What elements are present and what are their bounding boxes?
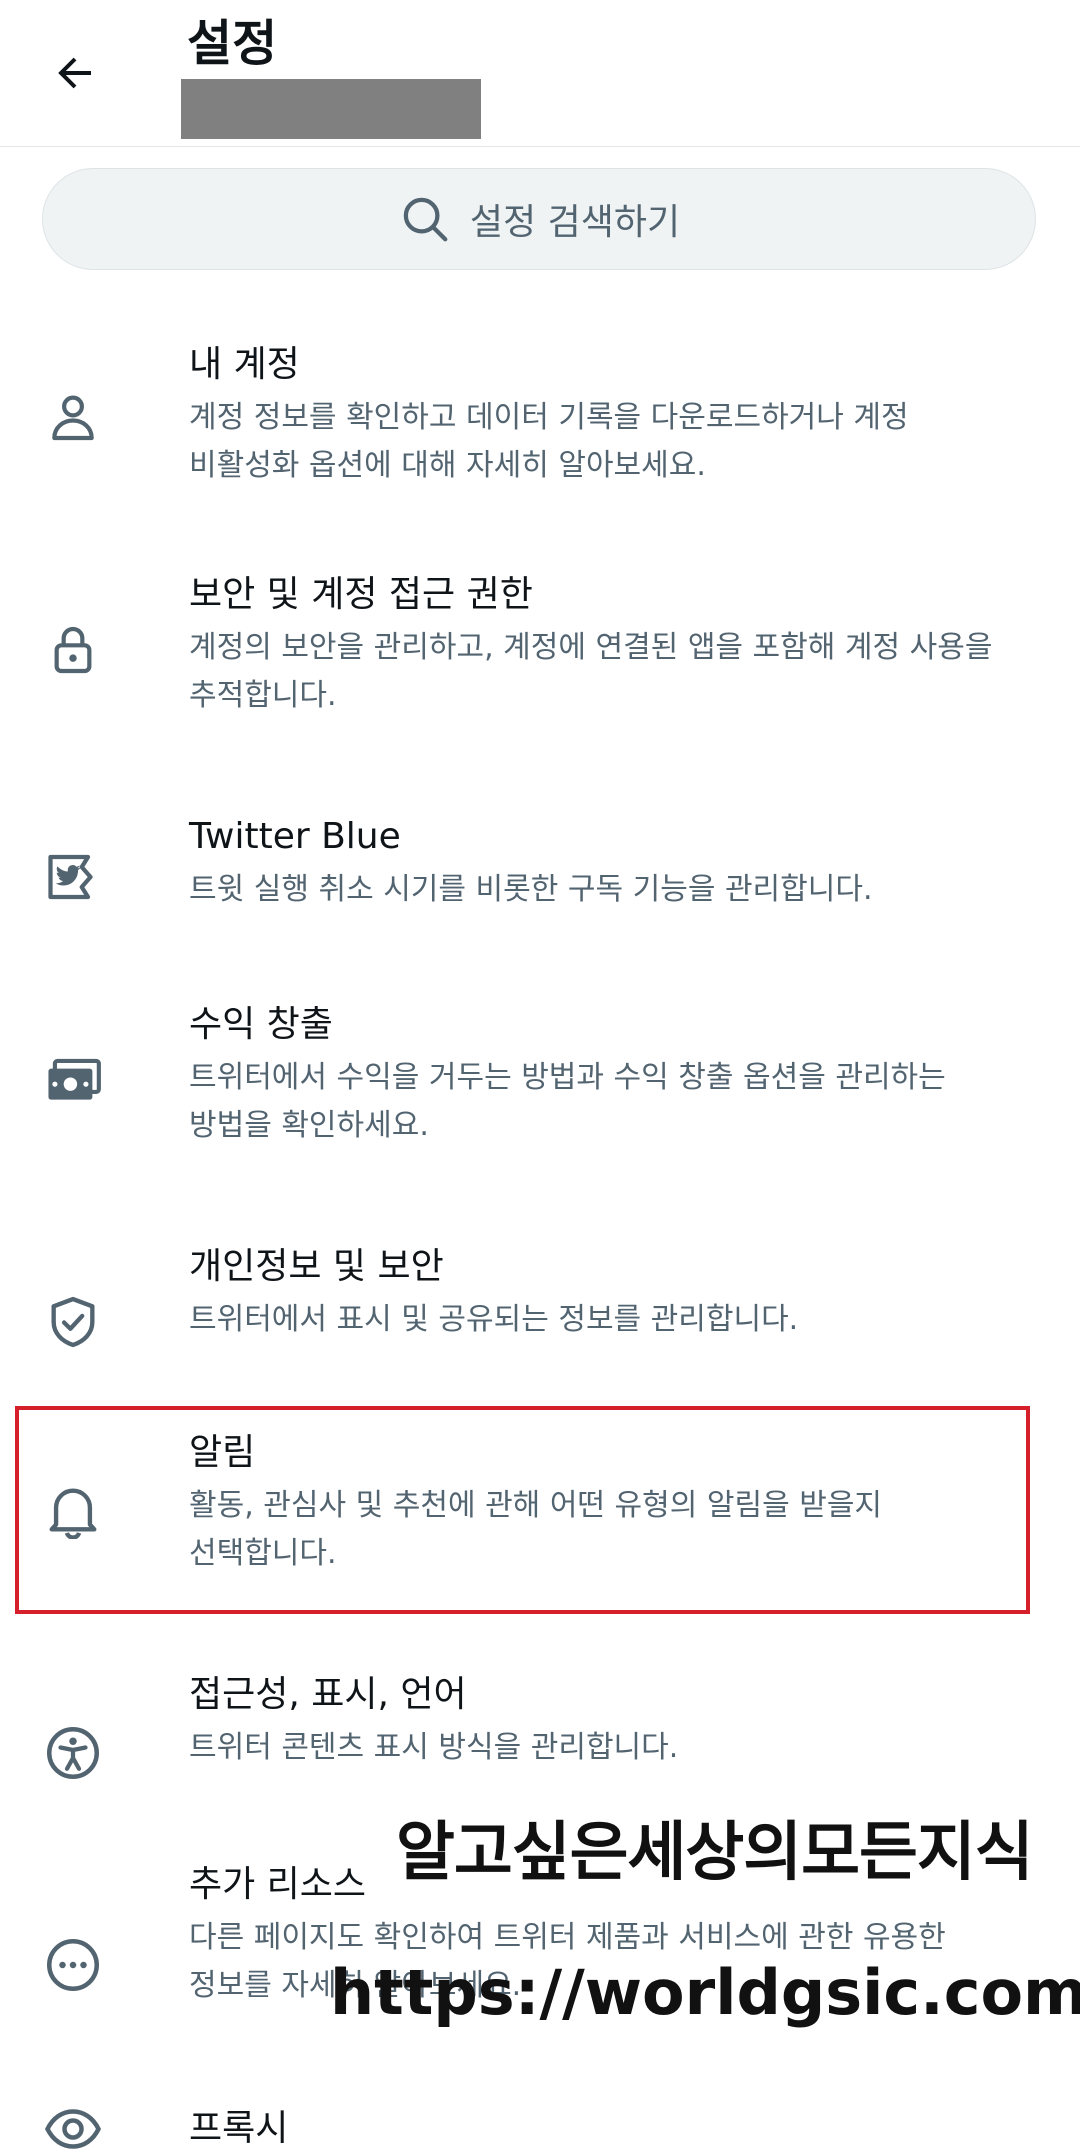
- settings-item-title: 보안 및 계정 접근 권한: [189, 574, 533, 615]
- settings-item-title: 수익 창출: [189, 1004, 333, 1045]
- twitter-blue-icon: [40, 844, 106, 910]
- settings-item-desc: 트위터에서 수익을 거두는 방법과 수익 창출 옵션을 관리하는 방법을 확인하세…: [189, 1060, 946, 1143]
- redacted-username: [181, 79, 481, 139]
- settings-item-account[interactable]: 내 계정 계정 정보를 확인하고 데이터 기록을 다운로드하거나 계정 비활성화 …: [0, 330, 1080, 520]
- settings-item-title: 내 계정: [189, 344, 300, 385]
- person-icon: [40, 384, 106, 450]
- app-header: 설정: [0, 0, 1080, 147]
- shield-check-icon: [40, 1289, 106, 1355]
- watermark-text: 알고싶은세상의모든지식: [396, 1816, 1034, 1890]
- back-button[interactable]: [38, 36, 112, 110]
- settings-item-title: 개인정보 및 보안: [189, 1246, 444, 1287]
- arrow-left-icon: [58, 57, 91, 89]
- accessibility-icon: [40, 1720, 106, 1786]
- eye-icon: [40, 2096, 106, 2156]
- settings-item-monetization[interactable]: 수익 창출 트위터에서 수익을 거두는 방법과 수익 창출 옵션을 관리하는 방법…: [0, 1000, 1080, 1190]
- search-placeholder: 설정 검색하기: [469, 202, 681, 243]
- watermark-url: https://worldgsic.com: [330, 1956, 1080, 2029]
- lock-icon: [40, 617, 106, 683]
- settings-item-twitter-blue[interactable]: Twitter Blue 트윗 실행 취소 시기를 비롯한 구독 기능을 관리합…: [0, 812, 1080, 952]
- settings-item-title: 접근성, 표시, 언어: [189, 1674, 467, 1715]
- settings-item-desc: 계정 정보를 확인하고 데이터 기록을 다운로드하거나 계정 비활성화 옵션에 대…: [189, 400, 909, 483]
- search-icon: [403, 197, 448, 242]
- settings-item-desc: 계정의 보안을 관리하고, 계정에 연결된 앱을 포함해 계정 사용을 추적합니다…: [189, 630, 993, 713]
- highlight-box: [15, 1406, 1030, 1614]
- settings-item-privacy-safety[interactable]: 개인정보 및 보안 트위터에서 표시 및 공유되는 정보를 관리합니다.: [0, 1242, 1080, 1382]
- settings-item-security-access[interactable]: 보안 및 계정 접근 권한 계정의 보안을 관리하고, 계정에 연결된 앱을 포…: [0, 570, 1080, 760]
- settings-item-desc: 트윗 실행 취소 시기를 비롯한 구독 기능을 관리합니다.: [189, 872, 873, 907]
- settings-item-title: Twitter Blue: [189, 816, 401, 857]
- settings-screen: 설정 설정 검색하기 내 계정 계정 정보를 확인하고 데이터 기록을 다운로드…: [0, 0, 1080, 2156]
- settings-search-input[interactable]: 설정 검색하기: [42, 168, 1036, 270]
- settings-item-title: 프록시: [189, 2108, 289, 2149]
- more-icon: [40, 1932, 106, 1998]
- settings-item-desc: 트위터에서 표시 및 공유되는 정보를 관리합니다.: [189, 1302, 799, 1337]
- settings-item-desc: 트위터 콘텐츠 표시 방식을 관리합니다.: [189, 1730, 679, 1765]
- settings-item-proxy[interactable]: 프록시: [0, 2096, 1080, 2156]
- page-title: 설정: [187, 15, 278, 72]
- money-icon: [40, 1046, 106, 1112]
- settings-item-accessibility[interactable]: 접근성, 표시, 언어 트위터 콘텐츠 표시 방식을 관리합니다.: [0, 1670, 1080, 1810]
